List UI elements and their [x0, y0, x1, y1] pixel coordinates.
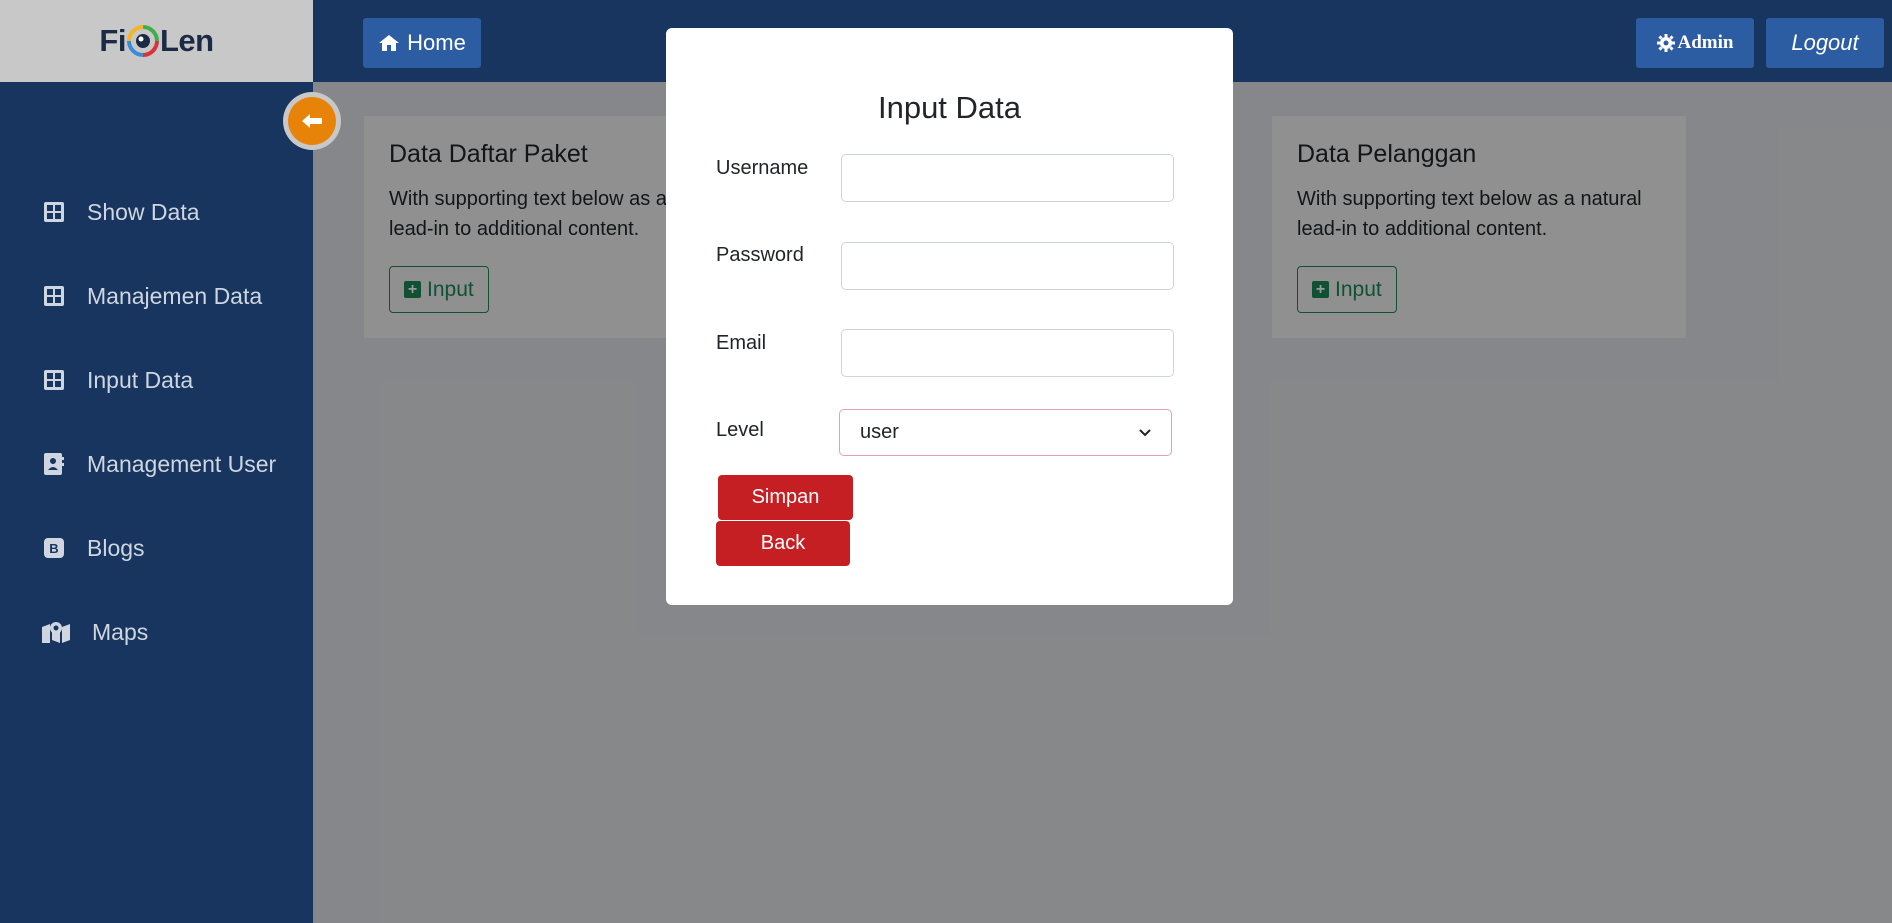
admin-button[interactable]: Admin — [1636, 18, 1754, 68]
sidebar-item-label: Management User — [87, 450, 277, 477]
gear-icon — [1656, 34, 1675, 52]
grid-icon — [42, 200, 66, 224]
sidebar-nav: Show Data Manajemen Data Input Data Mana… — [0, 170, 313, 674]
sidebar-item-show-data[interactable]: Show Data — [0, 170, 313, 254]
password-input[interactable] — [841, 242, 1174, 290]
username-input[interactable] — [841, 154, 1174, 202]
sidebar-item-maps[interactable]: Maps — [0, 590, 313, 674]
back-button[interactable]: Back — [716, 521, 850, 566]
sidebar-item-management-user[interactable]: Management User — [0, 422, 313, 506]
address-book-icon — [42, 452, 66, 476]
admin-label: Admin — [1677, 32, 1734, 53]
home-button[interactable]: Home — [363, 18, 481, 68]
sidebar-item-manajemen-data[interactable]: Manajemen Data — [0, 254, 313, 338]
home-icon — [379, 35, 400, 51]
camera-lens-logo-icon — [126, 25, 159, 57]
brand-text-left: Fi — [99, 23, 126, 58]
sidebar-item-input-data[interactable]: Input Data — [0, 338, 313, 422]
home-label: Home — [407, 30, 466, 55]
sidebar-item-label: Maps — [92, 618, 149, 645]
simpan-button[interactable]: Simpan — [718, 475, 853, 520]
email-label: Email — [716, 332, 767, 354]
level-select-value: user — [860, 421, 899, 443]
blogger-icon: B — [42, 536, 66, 560]
logout-button[interactable]: Logout — [1766, 18, 1884, 68]
brand-logo[interactable]: Fi Len — [0, 0, 313, 82]
sidebar-item-label: Blogs — [87, 534, 145, 561]
modal-title: Input Data — [877, 90, 1022, 125]
level-label: Level — [716, 419, 764, 441]
username-label: Username — [716, 157, 809, 179]
email-input[interactable] — [841, 329, 1174, 377]
logout-label: Logout — [1791, 30, 1859, 55]
sidebar-item-label: Input Data — [87, 366, 194, 393]
sidebar: Fi Len Show Data Manajemen Data Input Da… — [0, 0, 313, 923]
grid-icon — [42, 284, 66, 308]
chevron-down-icon — [1139, 428, 1151, 436]
sidebar-item-label: Manajemen Data — [87, 282, 263, 309]
input-data-modal: Input Data Username Password Email Level… — [666, 28, 1233, 605]
simpan-label: Simpan — [751, 486, 820, 508]
back-label: Back — [760, 532, 806, 554]
brand-text-right: Len — [159, 23, 214, 58]
level-select[interactable]: user — [839, 409, 1172, 456]
map-marker-icon — [42, 620, 70, 644]
svg-text:B: B — [49, 541, 58, 556]
sidebar-item-label: Show Data — [87, 198, 200, 225]
arrow-left-icon — [288, 97, 336, 145]
sidebar-item-blogs[interactable]: B Blogs — [0, 506, 313, 590]
grid-icon — [42, 368, 66, 392]
password-label: Password — [716, 244, 804, 266]
sidebar-collapse-button[interactable] — [283, 92, 341, 150]
